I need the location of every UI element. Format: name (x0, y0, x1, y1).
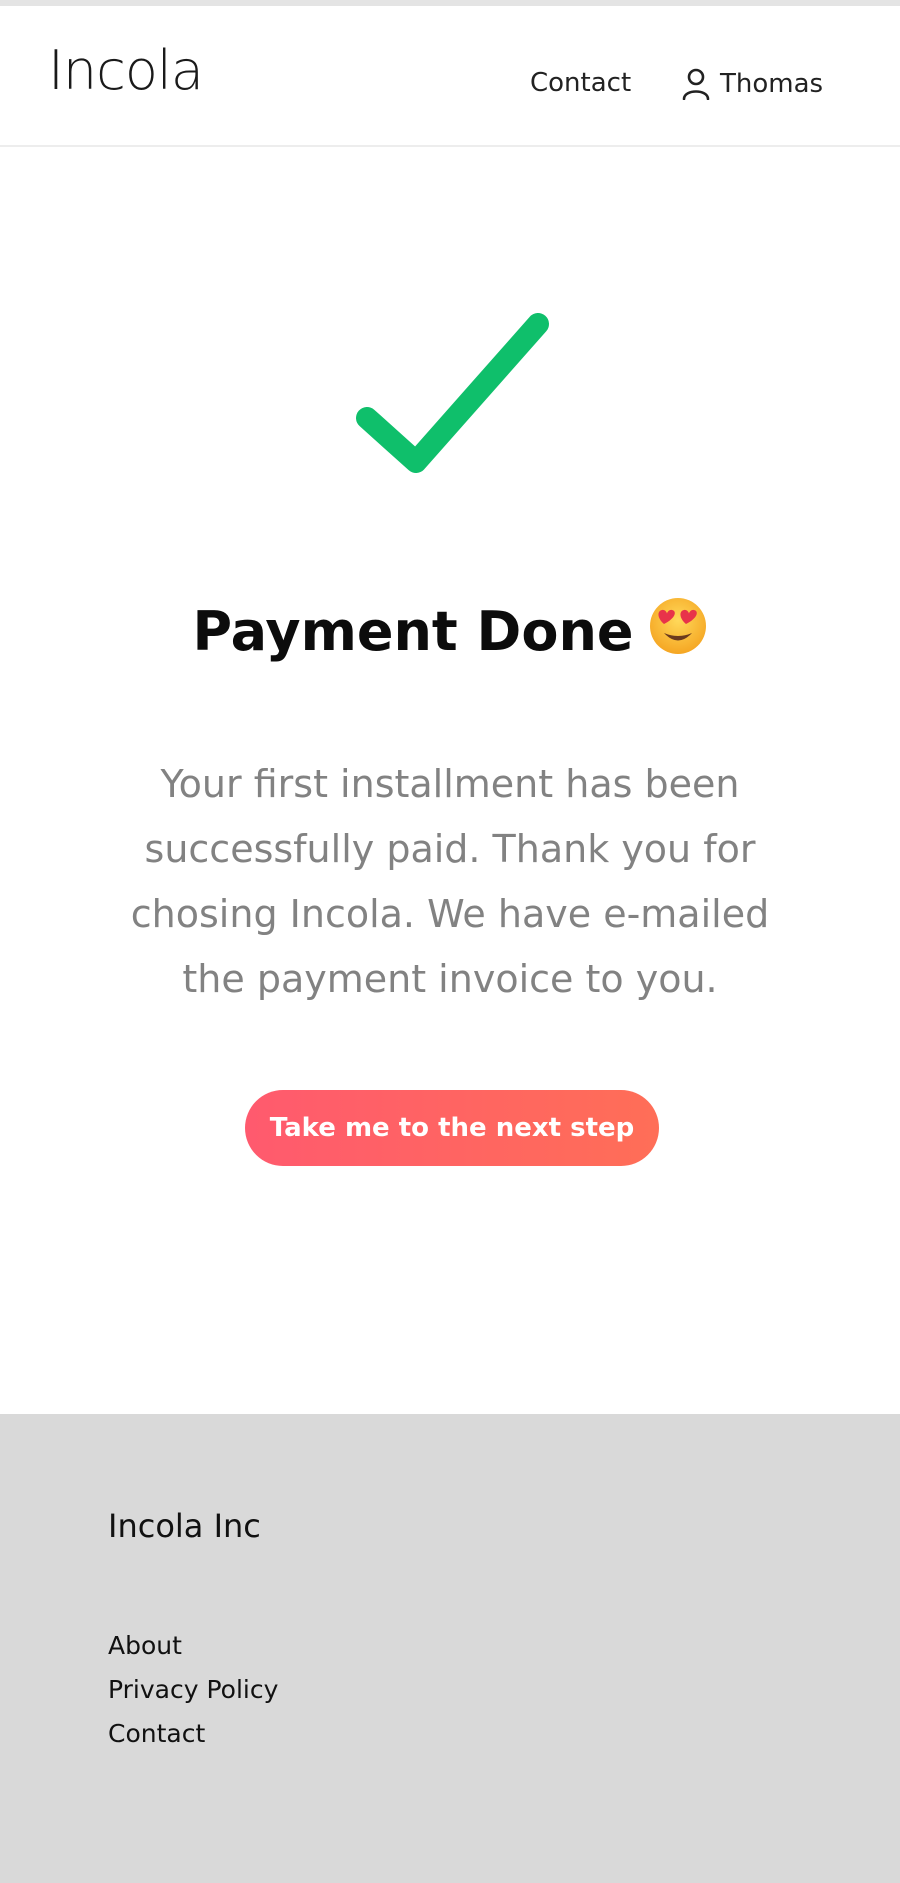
payment-message: Your first installment has been successf… (130, 762, 770, 1001)
footer-brand: Incola Inc (108, 1507, 261, 1545)
checkmark-icon (350, 310, 550, 480)
page-title-text: Payment Done (192, 600, 634, 664)
site-header: Incola Contact Thomas (0, 6, 900, 147)
page-title: Payment Done (0, 596, 900, 665)
footer-link-contact[interactable]: Contact (108, 1712, 278, 1756)
heart-eyes-emoji-icon (648, 596, 708, 665)
user-menu[interactable]: Thomas (682, 68, 823, 100)
nav-contact-link[interactable]: Contact (530, 70, 631, 96)
footer-links: About Privacy Policy Contact (108, 1624, 278, 1756)
logo[interactable]: Incola (48, 44, 204, 98)
user-icon (682, 68, 710, 100)
user-name: Thomas (720, 69, 824, 99)
next-step-button[interactable]: Take me to the next step (245, 1090, 659, 1166)
site-footer: Incola Inc About Privacy Policy Contact (0, 1414, 900, 1883)
footer-link-about[interactable]: About (108, 1624, 278, 1668)
footer-link-privacy-policy[interactable]: Privacy Policy (108, 1668, 278, 1712)
